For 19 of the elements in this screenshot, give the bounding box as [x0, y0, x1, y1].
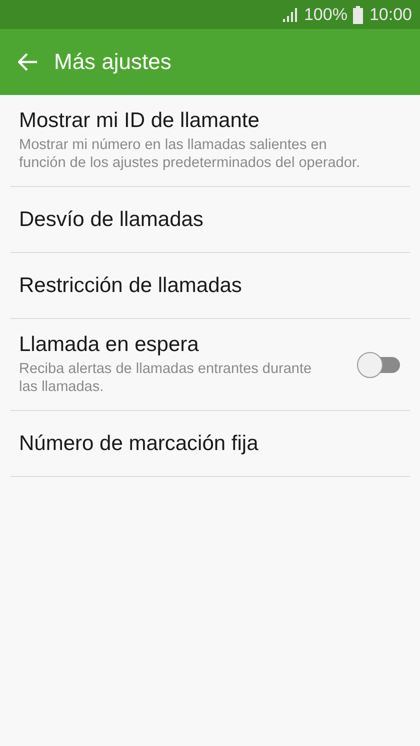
screen-title: Más ajustes	[54, 49, 172, 75]
battery-percent: 100%	[304, 4, 348, 24]
clock: 10:00	[369, 4, 412, 24]
setting-summary: Reciba alertas de llamadas entrantes durante las llamadas.	[19, 360, 313, 396]
settings-item[interactable]: Restricción de llamadas	[10, 253, 410, 319]
settings-item[interactable]: Llamada en espera Reciba alertas de llamadas entrantes durante las llamadas.	[10, 319, 410, 411]
settings-item[interactable]: Mostrar mi ID de llamante Mostrar mi número en las llamadas salientes en función de los ajustes predeterminados del operador.	[10, 95, 410, 187]
setting-title: Desvío de llamadas	[19, 208, 204, 232]
setting-summary: Mostrar mi número en las llamadas salientes en función de los ajustes predeterminados del operador.	[19, 136, 361, 172]
settings-item[interactable]: Desvío de llamadas	[10, 187, 410, 253]
settings-item[interactable]: Número de marcación fija	[10, 411, 410, 477]
toggle-switch[interactable]	[356, 350, 400, 378]
setting-title: Llamada en espera	[19, 333, 200, 357]
back-button[interactable]	[18, 53, 38, 71]
setting-title: Mostrar mi ID de llamante	[19, 109, 260, 133]
signal-icon	[282, 8, 298, 22]
battery-icon	[353, 6, 364, 24]
setting-title: Número de marcación fija	[19, 432, 260, 456]
setting-title: Restricción de llamadas	[19, 274, 243, 298]
